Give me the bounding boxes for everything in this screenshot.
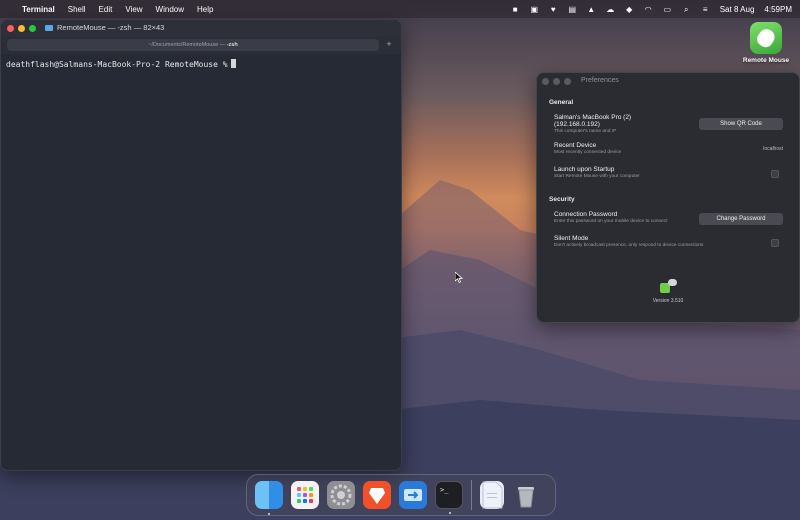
zoom-button[interactable] (564, 77, 571, 85)
trash-icon[interactable] (512, 481, 540, 509)
menu-shell[interactable]: Shell (68, 5, 86, 14)
silent-sub: Don't actively broadcast presence, only … (554, 243, 704, 248)
preferences-footer: Version 3.510 (537, 279, 799, 304)
new-tab-button[interactable]: + (383, 39, 395, 51)
terminal-tab[interactable]: ~/Documents/RemoteMouse — -zsh (7, 39, 379, 51)
launch-sub: Start Remote Mouse with your computer (554, 174, 640, 179)
launch-label: Launch upon Startup (554, 166, 615, 173)
security-header: Security (549, 196, 575, 203)
show-qr-code-button[interactable]: Show QR Code (699, 118, 783, 130)
menubar-time[interactable]: 4:59PM (764, 5, 792, 14)
status-app-icon[interactable]: ▲ (587, 5, 596, 14)
zoom-button[interactable] (29, 24, 36, 32)
terminal-icon[interactable]: >_ (435, 481, 463, 514)
close-button[interactable] (542, 77, 549, 85)
menu-terminal[interactable]: Terminal (22, 5, 55, 14)
recent-device-sub: Most recently connected device (554, 150, 622, 155)
finder-icon[interactable] (255, 481, 283, 515)
folder-icon (45, 25, 53, 31)
text-cursor (230, 59, 236, 68)
tab-path: ~/Documents/RemoteMouse — (148, 42, 227, 48)
dock: >_ (246, 474, 556, 516)
launchpad-icon[interactable] (291, 481, 319, 509)
terminal-content[interactable]: deathflash@Salmans-MacBook-Pro-2 RemoteM… (1, 54, 401, 74)
terminal-title: RemoteMouse — -zsh — 82×43 (57, 23, 165, 32)
minimize-button[interactable] (553, 77, 560, 85)
preferences-title: Preferences (581, 77, 619, 84)
control-center-icon[interactable]: ≡ (701, 5, 710, 14)
silent-label: Silent Mode (554, 235, 589, 242)
launch-checkbox[interactable] (771, 170, 779, 178)
menu-window[interactable]: Window (156, 5, 184, 14)
menu-help[interactable]: Help (197, 5, 213, 14)
silent-checkbox[interactable] (771, 239, 779, 247)
status-app-icon[interactable]: ▤ (568, 5, 577, 14)
terminal-glyph: >_ (440, 486, 449, 494)
computer-name-row: Salman's MacBook Pro (2) (192.168.0.192)… (537, 114, 799, 134)
minimize-button[interactable] (18, 24, 25, 32)
status-app-icon[interactable]: ◆ (625, 5, 634, 14)
general-header: General (549, 99, 574, 106)
launch-row: Launch upon Startup Start Remote Mouse w… (537, 166, 799, 182)
terminal-window: RemoteMouse — -zsh — 82×43 ~/Documents/R… (0, 19, 402, 471)
terminal-titlebar[interactable]: RemoteMouse — -zsh — 82×43 (1, 20, 401, 36)
remote-mouse-logo-icon (657, 279, 679, 295)
menu-edit[interactable]: Edit (99, 5, 113, 14)
cloud-icon[interactable]: ☁ (606, 5, 615, 14)
search-icon[interactable]: ⌕ (682, 5, 691, 14)
battery-icon[interactable]: ▭ (663, 5, 672, 14)
wifi-icon[interactable]: ◠ (644, 5, 653, 14)
tab-shell: -zsh (226, 42, 238, 48)
mouse-pointer-icon (455, 272, 463, 283)
recent-device-value: localhost (763, 146, 783, 152)
menu-bar: Terminal Shell Edit View Window Help ■ ▣… (0, 0, 800, 18)
remote-mouse-status-icon[interactable]: ♥ (549, 5, 558, 14)
recent-device-row: Recent Device Most recently connected de… (537, 142, 799, 158)
remote-mouse-desktop-icon[interactable]: Remote Mouse (740, 22, 792, 64)
document-icon[interactable] (480, 481, 504, 509)
preferences-titlebar[interactable]: Preferences (537, 73, 799, 89)
preferences-window: Preferences General Salman's MacBook Pro… (536, 72, 800, 323)
change-password-button[interactable]: Change Password (699, 213, 783, 225)
desktop-icon-label: Remote Mouse (742, 57, 790, 64)
status-app-icon[interactable]: ■ (511, 5, 520, 14)
recent-device-label: Recent Device (554, 142, 597, 149)
version-text: Version 3.510 (652, 298, 684, 304)
brave-icon[interactable] (363, 481, 391, 509)
menubar-date[interactable]: Sat 8 Aug (720, 5, 755, 14)
migration-assistant-icon[interactable] (399, 481, 427, 509)
terminal-tabbar: ~/Documents/RemoteMouse — -zsh + (1, 36, 401, 54)
system-settings-icon[interactable] (327, 481, 355, 509)
password-row: Connection Password Enter this password … (537, 211, 799, 227)
status-app-icon[interactable]: ▣ (530, 5, 539, 14)
password-sub: Enter this password on your mobile devic… (554, 219, 668, 224)
remote-mouse-app-icon (750, 22, 782, 54)
dock-separator (471, 480, 472, 510)
silent-row: Silent Mode Don't actively broadcast pre… (537, 235, 799, 251)
close-button[interactable] (7, 24, 14, 32)
menu-view[interactable]: View (125, 5, 142, 14)
shell-prompt: deathflash@Salmans-MacBook-Pro-2 RemoteM… (6, 60, 228, 69)
